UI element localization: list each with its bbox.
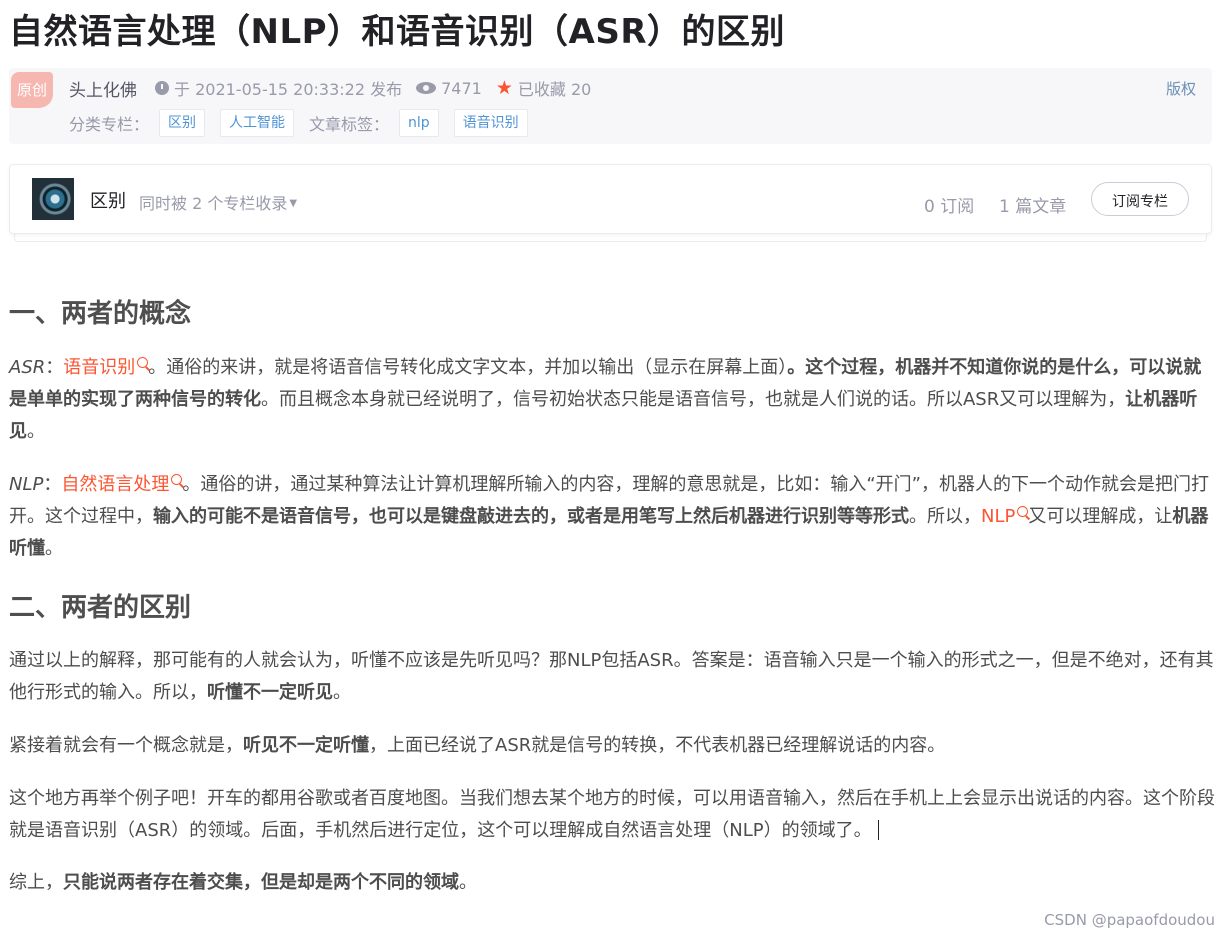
text: 综上， xyxy=(9,872,63,893)
column-subscribers: 0 订阅 xyxy=(924,197,975,217)
column-article-count: 1 篇文章 xyxy=(999,197,1067,217)
column-included-text: 同时被 2 个专栏收录 xyxy=(139,194,288,213)
keyword-text: NLP xyxy=(981,506,1016,527)
meta-row: 头上化佛 于 2021-05-15 20:33:22 发布 7471 ★ 已收藏… xyxy=(69,76,605,101)
favorite-button[interactable]: ★ 已收藏 20 xyxy=(496,76,592,100)
article-meta-box: 原创 头上化佛 于 2021-05-15 20:33:22 发布 7471 ★ … xyxy=(9,68,1212,144)
bold-text: 听见不一定听懂 xyxy=(243,735,369,756)
watermark: CSDN @papaofdoudou xyxy=(1044,911,1215,929)
paragraph-nlp: NLP：自然语言处理 。通俗的讲，通过某种算法让计算机理解所输入的内容，理解的意思… xyxy=(9,469,1215,565)
text: 。所以， xyxy=(909,506,981,527)
view-count-text: 7471 xyxy=(441,78,482,98)
bold-text: 听懂不一定听见 xyxy=(207,682,333,703)
favorite-text: 已收藏 20 xyxy=(517,80,592,99)
article-title: 自然语言处理（NLP）和语音识别（ASR）的区别 xyxy=(9,12,786,52)
paragraph-diff-1: 通过以上的解释，那可能有的人就会认为，听懂不应该是先听见吗？那NLP包括ASR。… xyxy=(9,645,1215,709)
original-badge: 原创 xyxy=(11,72,53,108)
text: 。 xyxy=(27,421,45,442)
category-label: 分类专栏： xyxy=(69,115,150,134)
text: 。 xyxy=(459,872,477,893)
text: 这个地方再举个例子吧！开车的都用谷歌或者百度地图。当我们想去某个地方的时候，可以… xyxy=(9,788,1215,841)
keyword-link[interactable]: 语音识别 xyxy=(63,357,149,378)
keyword-text: 语音识别 xyxy=(63,357,136,378)
paragraph-example: 这个地方再举个例子吧！开车的都用谷歌或者百度地图。当我们想去某个地方的时候，可以… xyxy=(9,783,1215,847)
search-icon xyxy=(1017,506,1029,517)
subscribe-column-button[interactable]: 订阅专栏 xyxy=(1091,182,1189,216)
text: 通过以上的解释，那可能有的人就会认为，听懂不应该是先听见吗？那NLP包括ASR。… xyxy=(9,650,1214,703)
article-tag[interactable]: nlp xyxy=(399,109,439,137)
text: 。 xyxy=(333,682,351,703)
paragraph-summary: 综上，只能说两者存在着交集，但是却是两个不同的领域。 xyxy=(9,867,1215,899)
star-icon: ★ xyxy=(495,76,513,99)
view-count: 7471 xyxy=(416,79,482,98)
column-card: 区别 同时被 2 个专栏收录 ▼ 0 订阅 1 篇文章 订阅专栏 xyxy=(9,164,1212,234)
publish-text: 于 2021-05-15 20:33:22 发布 xyxy=(174,80,403,99)
copyright-link[interactable]: 版权 xyxy=(1166,78,1196,99)
text-cursor xyxy=(877,820,879,840)
paragraph-asr: ASR：语音识别 。通俗的来讲，就是将语音信号转化成文字文本，并加以输出（显示在屏… xyxy=(9,352,1215,448)
search-icon xyxy=(171,474,183,485)
column-thumbnail[interactable] xyxy=(32,178,74,220)
bold-text: 只能说两者存在着交集，但是却是两个不同的领域 xyxy=(63,872,459,893)
article-tag[interactable]: 语音识别 xyxy=(453,109,528,137)
clock-icon xyxy=(155,81,169,95)
term-nlp: NLP xyxy=(9,474,44,495)
publish-time: 于 2021-05-15 20:33:22 发布 xyxy=(155,76,402,100)
text: ： xyxy=(45,357,64,378)
tags-label: 文章标签： xyxy=(309,115,390,134)
section-heading: 二、两者的区别 xyxy=(9,593,192,623)
text: 紧接着就会有一个概念就是， xyxy=(9,735,243,756)
eye-icon xyxy=(416,82,437,94)
keyword-text: 自然语言处理 xyxy=(61,474,170,495)
text: 。而且概念本身就已经说明了，信号初始状态只能是语音信号，也就是人们说的话。所以A… xyxy=(261,389,1126,410)
caret-down-icon: ▼ xyxy=(289,198,298,209)
text: 又可以理解成，让 xyxy=(1028,506,1173,527)
tag-row: 分类专栏： 区别 人工智能 文章标签： nlp 语音识别 xyxy=(69,109,543,137)
keyword-link[interactable]: 自然语言处理 xyxy=(61,474,183,495)
text: 。通俗的来讲，就是将语音信号转化成文字文本，并加以输出（显示在屏幕上面） xyxy=(148,357,788,378)
text: ，上面已经说了ASR就是信号的转换，不代表机器已经理解说话的内容。 xyxy=(369,735,946,756)
text: 。 xyxy=(45,538,63,559)
text: ： xyxy=(43,474,62,495)
paragraph-diff-2: 紧接着就会有一个概念就是，听见不一定听懂，上面已经说了ASR就是信号的转换，不代… xyxy=(9,730,1215,762)
author-link[interactable]: 头上化佛 xyxy=(69,76,137,101)
column-included-dropdown[interactable]: 同时被 2 个专栏收录 ▼ xyxy=(139,190,297,214)
column-name[interactable]: 区别 xyxy=(90,187,126,213)
search-icon xyxy=(137,357,149,368)
keyword-link[interactable]: NLP xyxy=(981,506,1029,527)
bold-text: 输入的可能不是语音信号，也可以是键盘敲进去的，或者是用笔写上然后机器进行识别等等… xyxy=(153,506,909,527)
section-heading: 一、两者的概念 xyxy=(9,299,192,329)
category-tag[interactable]: 区别 xyxy=(159,109,206,137)
term-asr: ASR xyxy=(9,357,46,378)
category-tag[interactable]: 人工智能 xyxy=(220,109,295,137)
